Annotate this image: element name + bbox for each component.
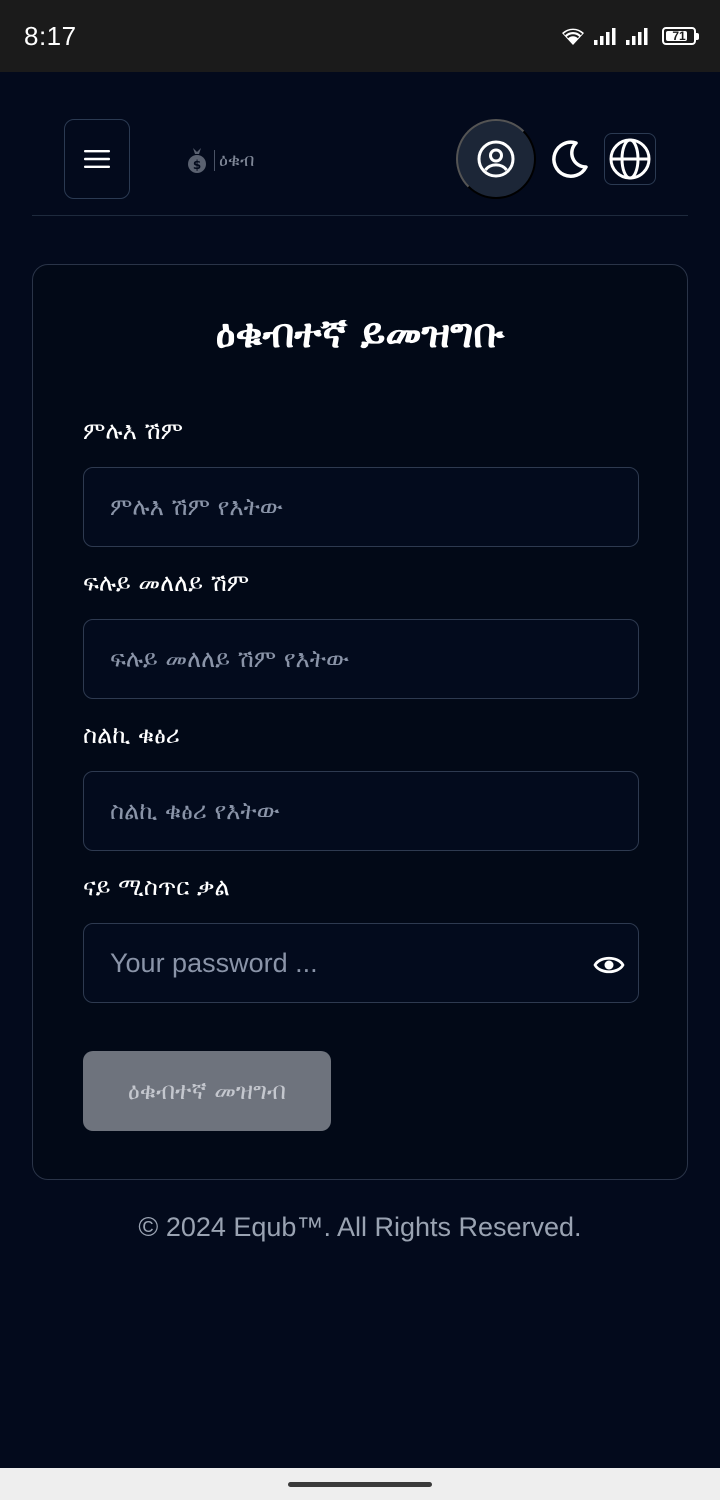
password-input[interactable]: [83, 923, 639, 1003]
eye-icon: [593, 956, 625, 974]
language-button[interactable]: [604, 133, 656, 185]
full-name-input[interactable]: [83, 467, 639, 547]
registration-form-card: ዕቁብተኛ ይመዝግቡ ምሉእ ሽም ፍሉይ መለለይ ሽም ስልኪ ቁፅሪ ና…: [32, 264, 688, 1180]
username-input[interactable]: [83, 619, 639, 699]
footer-copyright: © 2024 Equb™. All Rights Reserved.: [138, 1212, 582, 1242]
hamburger-menu-icon: [84, 150, 110, 168]
theme-toggle-button[interactable]: [546, 135, 594, 183]
brand-name: ዕቁብ: [214, 149, 254, 171]
register-submit-button[interactable]: ዕቁብተኛ መዝግብ: [83, 1051, 331, 1131]
menu-button[interactable]: [64, 119, 130, 199]
app-header: $ ዕቁብ: [32, 118, 688, 216]
wifi-icon: [562, 28, 584, 45]
phone-label: ስልኪ ቁፅሪ: [83, 721, 180, 749]
status-bar: 8:17 71: [0, 0, 720, 72]
battery-level: 71: [672, 29, 686, 43]
money-bag-icon: $: [188, 148, 206, 173]
form-title: ዕቁብተኛ ይመዝግቡ: [215, 311, 505, 357]
status-time: 8:17: [24, 20, 77, 51]
globe-icon: [609, 138, 651, 180]
status-icons: 71: [560, 25, 699, 47]
user-circle-icon: [477, 140, 515, 178]
system-navigation-bar: [0, 1468, 720, 1500]
password-label: ናይ ሚስጥር ቃል: [83, 873, 230, 901]
brand-logo[interactable]: $ ዕቁብ: [186, 146, 254, 174]
password-visibility-toggle[interactable]: [589, 945, 629, 985]
signal-icon: [594, 28, 616, 45]
moon-icon: [552, 140, 588, 178]
full-name-label: ምሉእ ሽም: [83, 417, 184, 445]
phone-input[interactable]: [83, 771, 639, 851]
signal-icon-secondary: [626, 28, 648, 45]
profile-button[interactable]: [456, 119, 536, 199]
battery-icon: 71: [662, 27, 699, 45]
svg-text:$: $: [193, 158, 201, 172]
username-label: ፍሉይ መለለይ ሽም: [83, 569, 250, 597]
home-gesture-handle[interactable]: [288, 1481, 432, 1487]
